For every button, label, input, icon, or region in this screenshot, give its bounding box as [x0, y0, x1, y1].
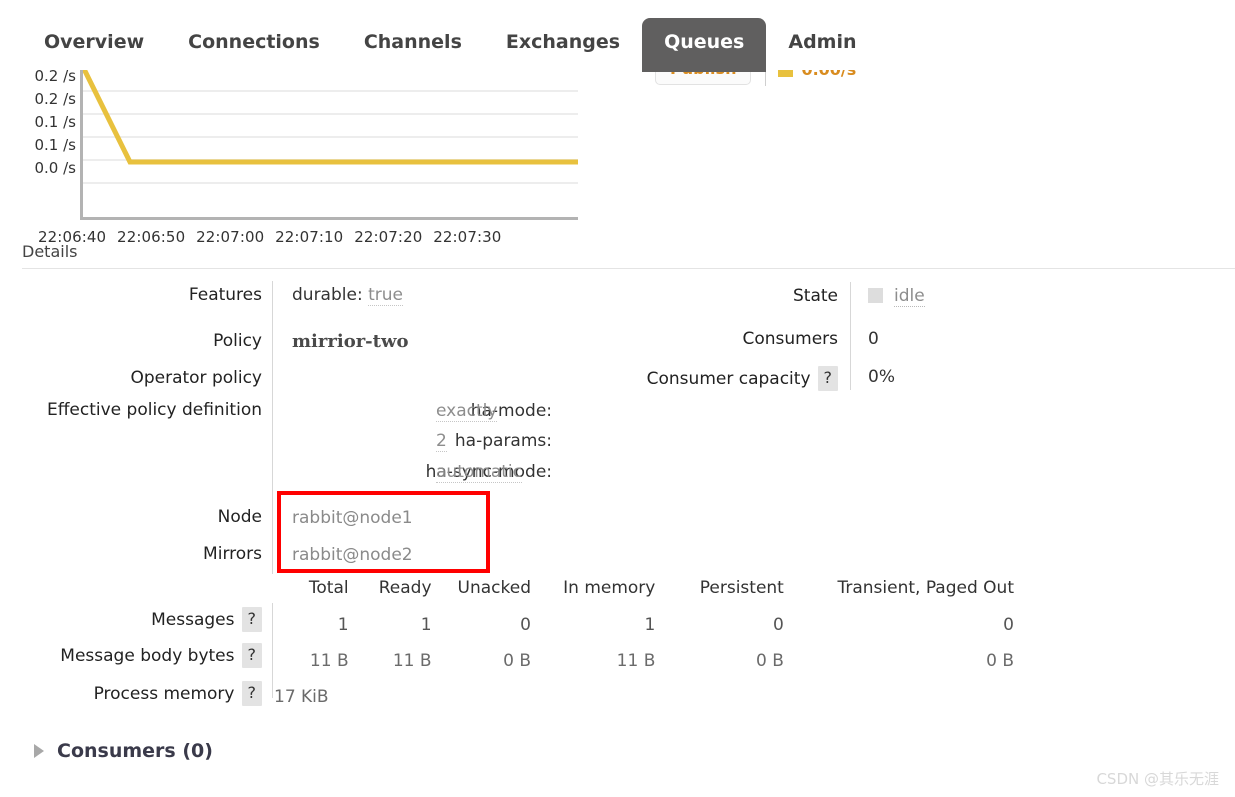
main-navigation: Overview Connections Channels Exchanges …	[0, 0, 1235, 72]
ha-mode-value: exactly	[436, 401, 498, 422]
details-left-divider	[272, 281, 273, 574]
x-tick-label: 22:07:30	[433, 228, 502, 246]
effective-policy-definition-label: Effective policy definition	[46, 400, 262, 420]
effective-policy-row: ha-params:	[292, 431, 552, 451]
bytes-ready: 11 B	[392, 651, 432, 671]
y-tick-label: 0.2 /s	[34, 90, 77, 108]
message-body-bytes-label-text: Message body bytes	[60, 646, 235, 666]
durable-value: true	[368, 285, 403, 306]
bytes-unacked: 0 B	[503, 651, 531, 671]
node-label: Node	[217, 507, 262, 527]
nav-tab-connections[interactable]: Connections	[166, 20, 342, 68]
process-memory-transient-paged-out	[784, 679, 1014, 715]
table-header-row: Total Ready Unacked In memory Persistent…	[274, 578, 1014, 607]
messages-statistics-table: Total Ready Unacked In memory Persistent…	[274, 578, 1014, 715]
consumer-capacity-value: 0%	[868, 367, 895, 387]
bytes-total: 11 B	[309, 651, 349, 671]
consumers-section-label: Consumers (0)	[57, 740, 213, 762]
nav-tab-queues[interactable]: Queues	[642, 18, 767, 72]
details-divider	[22, 268, 1235, 269]
ha-params-value: 2	[436, 431, 447, 452]
nav-tab-channels[interactable]: Channels	[342, 20, 484, 68]
process-memory-label-text: Process memory	[93, 684, 235, 704]
messages-in-memory: 1	[644, 615, 656, 635]
effective-policy-row: ha-mode:	[292, 401, 552, 421]
watermark: CSDN @其乐无涯	[1096, 770, 1219, 788]
message-body-bytes-help-icon[interactable]: ?	[241, 643, 262, 668]
ha-sync-mode-value: automatic	[436, 462, 522, 483]
mirrors-value[interactable]: rabbit@node2	[292, 545, 413, 565]
chart-y-axis-labels: 0.2 /s 0.2 /s 0.1 /s 0.1 /s 0.0 /s	[16, 65, 77, 180]
consumer-capacity-help-icon[interactable]: ?	[817, 366, 838, 391]
nav-tab-list: Overview Connections Channels Exchanges …	[22, 18, 879, 72]
durable-key: durable:	[292, 285, 363, 305]
features-label: Features	[188, 285, 262, 305]
column-header-in-memory: In memory	[563, 578, 656, 598]
mirrors-label: Mirrors	[203, 544, 262, 564]
message-body-bytes-row-label: Message body bytes?	[20, 643, 262, 668]
column-header-ready: Ready	[378, 578, 432, 598]
messages-left-divider	[272, 603, 273, 698]
chart-series-publish	[83, 68, 578, 165]
y-tick-label: 0.1 /s	[34, 113, 77, 131]
column-header-unacked: Unacked	[457, 578, 531, 598]
policy-label: Policy	[213, 331, 262, 351]
state-label: State	[793, 286, 838, 306]
consumers-section-toggle[interactable]: Consumers (0)	[34, 740, 213, 762]
details-right-divider	[850, 282, 851, 390]
x-tick-label: 22:07:20	[354, 228, 423, 246]
process-memory-in-memory	[531, 679, 655, 715]
y-tick-label: 0.1 /s	[34, 136, 77, 154]
y-tick-label: 0.0 /s	[34, 159, 77, 177]
operator-policy-label: Operator policy	[130, 368, 262, 388]
consumers-count-value: 0	[868, 329, 879, 349]
nav-tab-exchanges[interactable]: Exchanges	[484, 20, 642, 68]
messages-total: 1	[337, 615, 349, 635]
features-value: durable: true	[292, 285, 403, 306]
column-header-transient-paged-out: Transient, Paged Out	[837, 578, 1014, 598]
messages-ready: 1	[420, 615, 432, 635]
consumer-capacity-text: Consumer capacity	[646, 369, 811, 389]
chart-svg	[83, 68, 578, 184]
state-value: idle	[868, 286, 925, 307]
messages-persistent: 0	[773, 615, 784, 635]
bytes-persistent: 0 B	[755, 651, 784, 671]
policy-value[interactable]: mirrior-two	[292, 331, 408, 352]
table-row: 11 B 11 B 0 B 11 B 0 B 0 B	[274, 643, 1014, 679]
process-memory-total: 17 KiB	[274, 687, 329, 707]
x-tick-label: 22:07:00	[196, 228, 265, 246]
messages-label-text: Messages	[151, 610, 235, 630]
x-tick-label: 22:06:50	[117, 228, 186, 246]
ha-params-key: ha-params:	[454, 431, 552, 451]
x-tick-label: 22:06:40	[38, 228, 107, 246]
process-memory-help-icon[interactable]: ?	[241, 681, 262, 706]
table-row: 1 1 0 1 0 0	[274, 607, 1014, 643]
chart-plot-area	[80, 68, 578, 220]
node-value[interactable]: rabbit@node1	[292, 508, 413, 528]
bytes-transient-paged-out: 0 B	[986, 651, 1014, 671]
bytes-in-memory: 11 B	[616, 651, 656, 671]
table-row: 17 KiB	[274, 679, 1014, 715]
messages-unacked: 0	[520, 615, 531, 635]
chevron-right-icon	[34, 744, 44, 758]
chart-x-axis-labels: 22:06:40 22:06:50 22:07:00 22:07:10 22:0…	[38, 228, 501, 246]
nav-tab-admin[interactable]: Admin	[766, 20, 878, 68]
messages-row-label: Messages?	[20, 607, 262, 632]
process-memory-ready	[349, 679, 432, 715]
messages-help-icon[interactable]: ?	[241, 607, 262, 632]
x-tick-label: 22:07:10	[275, 228, 344, 246]
column-header-persistent: Persistent	[699, 578, 784, 598]
consumers-count-label: Consumers	[742, 329, 838, 349]
process-memory-row-label: Process memory?	[20, 681, 262, 706]
process-memory-persistent	[655, 679, 784, 715]
nav-tab-overview[interactable]: Overview	[22, 20, 166, 68]
column-header-total: Total	[308, 578, 349, 598]
chart-gridlines	[83, 90, 578, 184]
state-text: idle	[894, 286, 925, 307]
messages-transient-paged-out: 0	[1003, 615, 1014, 635]
publish-rate-chart: 0.2 /s 0.2 /s 0.1 /s 0.1 /s 0.0 /s 22:06…	[0, 58, 1235, 246]
state-indicator-icon	[868, 288, 883, 303]
consumer-capacity-label: Consumer capacity?	[580, 366, 838, 391]
process-memory-unacked	[432, 679, 531, 715]
